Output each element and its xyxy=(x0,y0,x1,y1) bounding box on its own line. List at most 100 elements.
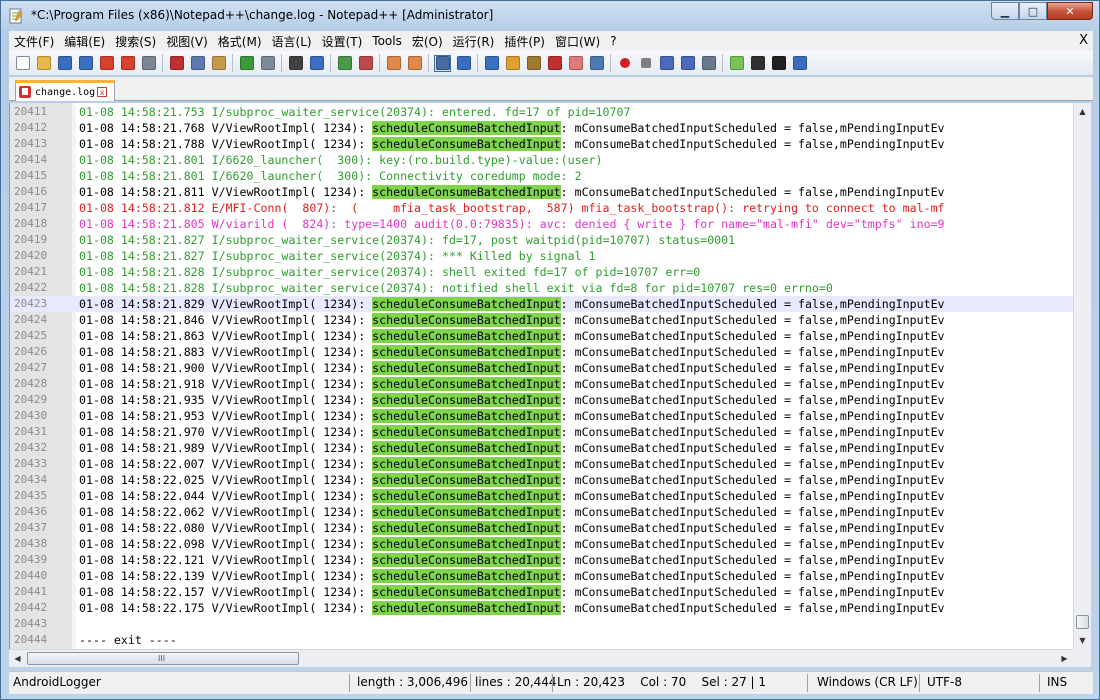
menu-view[interactable]: 视图(V) xyxy=(161,33,213,50)
document-map-icon[interactable] xyxy=(525,55,542,72)
menu-window[interactable]: 窗口(W) xyxy=(550,33,605,50)
line-text-segment: 01-08 14:58:22.044 V/ViewRootImpl( 1234)… xyxy=(79,489,373,503)
editor-line[interactable]: 20424 01-08 14:58:21.846 V/ViewRootImpl( … xyxy=(10,312,1074,328)
editor-line[interactable]: 20419 01-08 14:58:21.827 I/subproc_waiter… xyxy=(10,232,1074,248)
device-icon[interactable] xyxy=(749,55,766,72)
editor-line[interactable]: 20444 ---- exit ---- xyxy=(10,632,1074,648)
scroll-left-arrow-icon[interactable]: ◀ xyxy=(10,651,25,666)
horizontal-scroll-thumb[interactable]: III xyxy=(27,652,299,665)
menu-tools[interactable]: Tools xyxy=(367,34,407,48)
menu-language[interactable]: 语言(L) xyxy=(267,33,317,50)
word-wrap-icon[interactable] xyxy=(434,54,451,72)
replace-icon[interactable] xyxy=(308,55,325,72)
close-file-icon[interactable] xyxy=(98,55,115,72)
tab-close-icon[interactable]: x xyxy=(97,87,108,97)
vertical-scrollbar[interactable]: ▲ ▼ xyxy=(1073,103,1091,649)
editor-line[interactable]: 20429 01-08 14:58:21.935 V/ViewRootImpl( … xyxy=(10,392,1074,408)
editor-line[interactable]: 20431 01-08 14:58:21.970 V/ViewRootImpl( … xyxy=(10,424,1074,440)
editor-line[interactable]: 20414 01-08 14:58:21.801 I/6620_launcher(… xyxy=(10,152,1074,168)
menu-search[interactable]: 搜索(S) xyxy=(110,33,161,50)
scroll-down-arrow-icon[interactable]: ▼ xyxy=(1075,633,1090,648)
zoom-out-icon[interactable] xyxy=(357,55,374,72)
editor-line[interactable]: 20420 01-08 14:58:21.827 I/subproc_waiter… xyxy=(10,248,1074,264)
editor-line[interactable]: 20438 01-08 14:58:22.098 V/ViewRootImpl( … xyxy=(10,536,1074,552)
editor-line[interactable]: 20413 01-08 14:58:21.788 V/ViewRootImpl( … xyxy=(10,136,1074,152)
save-macro-icon[interactable] xyxy=(700,55,717,72)
editor-line[interactable]: 20435 01-08 14:58:22.044 V/ViewRootImpl( … xyxy=(10,488,1074,504)
copy-icon[interactable] xyxy=(189,55,206,72)
close-document-x[interactable]: X xyxy=(1079,33,1088,48)
editor-area[interactable]: 20411 01-08 14:58:21.753 I/subproc_waiter… xyxy=(9,103,1074,649)
scroll-right-arrow-icon[interactable]: ▶ xyxy=(1057,651,1072,666)
maximize-button[interactable]: □ xyxy=(1019,2,1047,20)
cut-icon[interactable] xyxy=(168,55,185,72)
new-file-icon[interactable] xyxy=(14,55,31,72)
menu-plugins[interactable]: 插件(P) xyxy=(499,33,550,50)
editor-line[interactable]: 20418 01-08 14:58:21.805 W/viarild ( 824)… xyxy=(10,216,1074,232)
paste-icon[interactable] xyxy=(210,55,227,72)
editor-line[interactable]: 20440 01-08 14:58:22.139 V/ViewRootImpl( … xyxy=(10,568,1074,584)
menu-edit[interactable]: 编辑(E) xyxy=(59,33,110,50)
editor-line[interactable]: 20443 xyxy=(10,616,1074,632)
sync-vertical-icon[interactable] xyxy=(385,55,402,72)
save-icon[interactable] xyxy=(56,55,73,72)
save-all-icon[interactable] xyxy=(77,55,94,72)
editor-line[interactable]: 20441 01-08 14:58:22.157 V/ViewRootImpl( … xyxy=(10,584,1074,600)
editor-line[interactable]: 20432 01-08 14:58:21.989 V/ViewRootImpl( … xyxy=(10,440,1074,456)
sync-horizontal-icon[interactable] xyxy=(406,55,423,72)
indent-guide-icon[interactable] xyxy=(483,55,500,72)
redo-icon[interactable] xyxy=(259,55,276,72)
folder-workspace-icon[interactable] xyxy=(567,55,584,72)
editor-line[interactable]: 20422 01-08 14:58:21.828 I/subproc_waiter… xyxy=(10,280,1074,296)
zoom-in-icon[interactable] xyxy=(336,55,353,72)
editor-line[interactable]: 20436 01-08 14:58:22.062 V/ViewRootImpl( … xyxy=(10,504,1074,520)
editor-line[interactable]: 20430 01-08 14:58:21.953 V/ViewRootImpl( … xyxy=(10,408,1074,424)
editor-line[interactable]: 20425 01-08 14:58:21.863 V/ViewRootImpl( … xyxy=(10,328,1074,344)
play-macro-icon[interactable] xyxy=(658,55,675,72)
function-list-icon[interactable] xyxy=(546,55,563,72)
stop-macro-icon[interactable] xyxy=(637,55,654,72)
android-icon[interactable] xyxy=(728,55,745,72)
close-all-icon[interactable] xyxy=(119,55,136,72)
monitoring-icon[interactable] xyxy=(588,55,605,72)
open-file-icon[interactable] xyxy=(35,55,52,72)
tab-change-log[interactable]: change.log x xyxy=(15,80,115,101)
editor-line[interactable]: 20433 01-08 14:58:22.007 V/ViewRootImpl( … xyxy=(10,456,1074,472)
menu-help[interactable]: ? xyxy=(605,34,621,48)
find-icon[interactable] xyxy=(287,55,304,72)
menu-file[interactable]: 文件(F) xyxy=(9,33,59,50)
editor-line[interactable]: 20421 01-08 14:58:21.828 I/subproc_waiter… xyxy=(10,264,1074,280)
editor-line[interactable]: 20416 01-08 14:58:21.811 V/ViewRootImpl( … xyxy=(10,184,1074,200)
editor-line[interactable]: 20442 01-08 14:58:22.175 V/ViewRootImpl( … xyxy=(10,600,1074,616)
editor-line[interactable]: 20415 01-08 14:58:21.801 I/6620_launcher(… xyxy=(10,168,1074,184)
editor-line[interactable]: 20434 01-08 14:58:22.025 V/ViewRootImpl( … xyxy=(10,472,1074,488)
editor-line[interactable]: 20427 01-08 14:58:21.900 V/ViewRootImpl( … xyxy=(10,360,1074,376)
scroll-up-arrow-icon[interactable]: ▲ xyxy=(1075,104,1090,119)
minimize-button[interactable]: ▁ xyxy=(991,2,1019,20)
line-number: 20413 xyxy=(14,137,48,150)
vertical-scroll-thumb[interactable] xyxy=(1076,615,1089,629)
show-all-chars-icon[interactable] xyxy=(455,55,472,72)
editor-line[interactable]: 20426 01-08 14:58:21.883 V/ViewRootImpl( … xyxy=(10,344,1074,360)
editor-line[interactable]: 20439 01-08 14:58:22.121 V/ViewRootImpl( … xyxy=(10,552,1074,568)
editor-line[interactable]: 20423 01-08 14:58:21.829 V/ViewRootImpl( … xyxy=(10,296,1074,312)
record-macro-icon[interactable] xyxy=(616,55,633,72)
horizontal-scrollbar[interactable]: ◀ III ▶ xyxy=(9,649,1073,667)
close-button[interactable]: ✕ xyxy=(1047,2,1093,20)
menu-run[interactable]: 运行(R) xyxy=(448,33,500,50)
editor-line[interactable]: 20417 01-08 14:58:21.812 E/MFI-Conn( 807)… xyxy=(10,200,1074,216)
undo-icon[interactable] xyxy=(238,55,255,72)
editor-line[interactable]: 20437 01-08 14:58:22.080 V/ViewRootImpl( … xyxy=(10,520,1074,536)
menu-format[interactable]: 格式(M) xyxy=(213,33,267,50)
title-bar[interactable]: *C:\Program Files (x86)\Notepad++\change… xyxy=(1,1,1099,31)
print-icon[interactable] xyxy=(140,55,157,72)
user-language-icon[interactable] xyxy=(504,55,521,72)
run-macro-multiple-icon[interactable] xyxy=(679,55,696,72)
console-icon[interactable] xyxy=(770,55,787,72)
editor-line[interactable]: 20428 01-08 14:58:21.918 V/ViewRootImpl( … xyxy=(10,376,1074,392)
editor-line[interactable]: 20412 01-08 14:58:21.768 V/ViewRootImpl( … xyxy=(10,120,1074,136)
settings-icon[interactable] xyxy=(791,55,808,72)
menu-settings[interactable]: 设置(T) xyxy=(317,33,368,50)
menu-macro[interactable]: 宏(O) xyxy=(407,33,448,50)
editor-line[interactable]: 20411 01-08 14:58:21.753 I/subproc_waiter… xyxy=(10,104,1074,120)
